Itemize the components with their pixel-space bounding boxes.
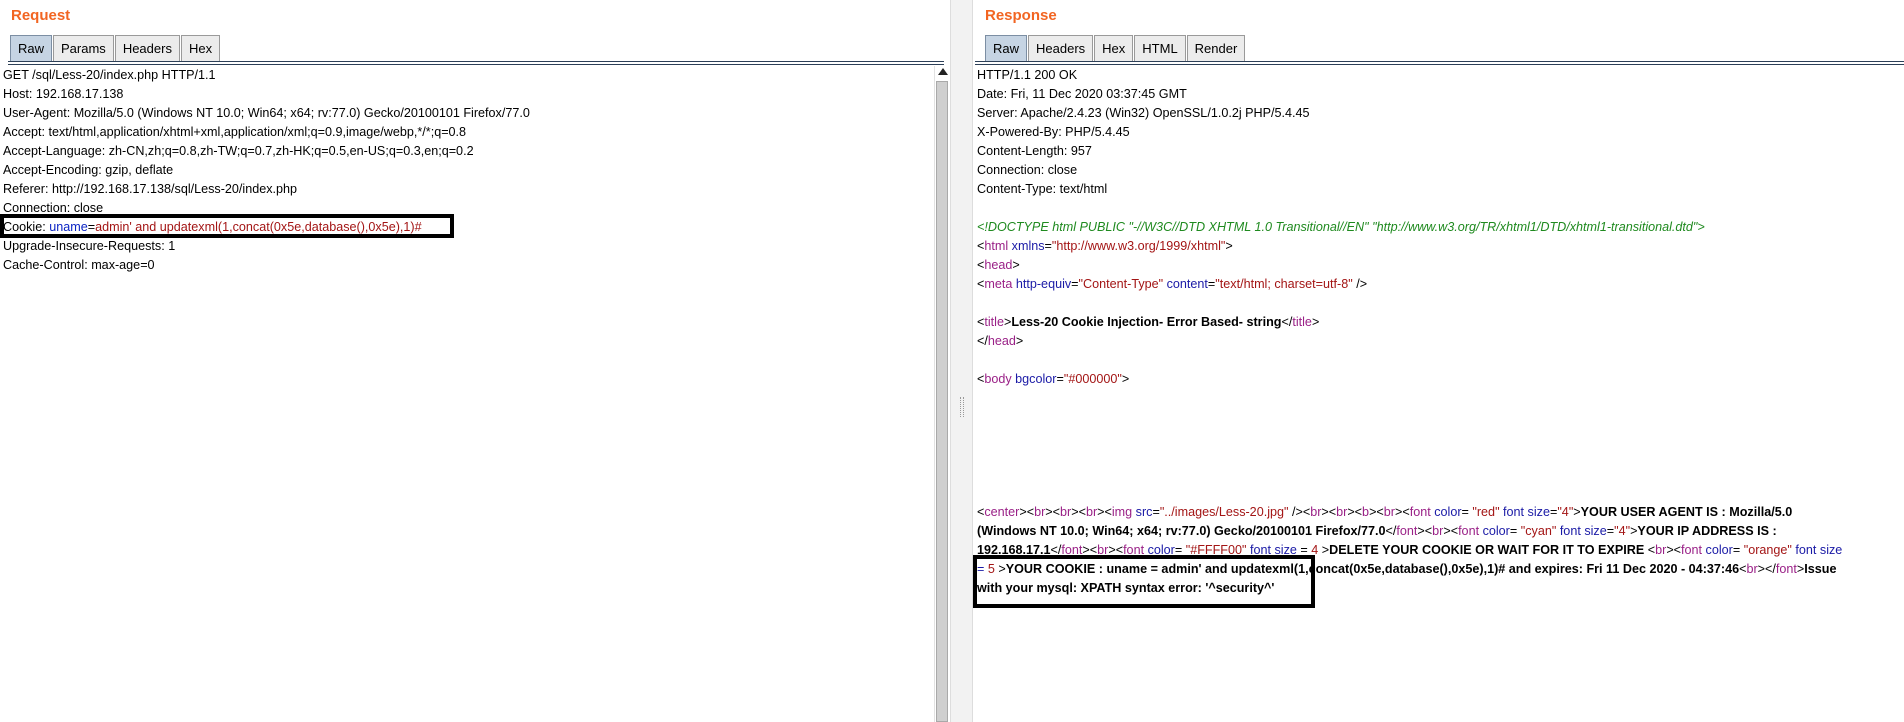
response-tabbar: Raw Headers Hex HTML Render xyxy=(985,35,1246,61)
request-tab-headers[interactable]: Headers xyxy=(114,35,180,61)
delete-text: DELETE YOUR COOKIE OR WAIT FOR IT TO EXP… xyxy=(1329,543,1648,557)
cookie-value: admin' and updatexml(1,concat(0x5e,datab… xyxy=(95,220,422,234)
html-open-line: <html xmlns="http://www.w3.org/1999/xhtm… xyxy=(977,239,1233,253)
font-color-red: red xyxy=(1476,505,1496,519)
request-tab-divider xyxy=(8,61,944,65)
request-tab-params[interactable]: Params xyxy=(53,35,114,61)
response-pane: Response Raw Headers Hex HTML Render HTT… xyxy=(973,0,1904,722)
font-size-4: 4 xyxy=(1561,505,1569,519)
center-line-1: <center><br><br><br><img src="../images/… xyxy=(977,505,1793,519)
request-editor[interactable]: GET /sql/Less-20/index.php HTTP/1.1 Host… xyxy=(0,66,950,722)
body-bgcolor-value: #000000 xyxy=(1068,372,1118,386)
center-line-5: with your mysql: XPATH syntax error: '^s… xyxy=(977,579,1274,598)
cookie-header-line: Cookie: uname=admin' and updatexml(1,con… xyxy=(3,218,422,237)
meta-content-value: text/html; charset=utf-8 xyxy=(1219,277,1349,291)
response-header-line: HTTP/1.1 200 OK xyxy=(977,68,1078,82)
request-line: GET /sql/Less-20/index.php HTTP/1.1 xyxy=(3,68,216,82)
center-line-3: 192.168.17.1</font><br><font color= "#FF… xyxy=(977,543,1843,557)
font-color-cyan: cyan xyxy=(1525,524,1552,538)
user-agent-text-b: (Windows NT 10.0; Win64; x64; rv:77.0) G… xyxy=(977,524,1386,538)
request-title: Request xyxy=(11,7,71,24)
meta-line: <meta http-equiv="Content-Type" content=… xyxy=(977,277,1368,291)
response-editor[interactable]: HTTP/1.1 200 OK Date: Fri, 11 Dec 2020 0… xyxy=(973,66,1904,722)
cookie-name: uname xyxy=(49,220,88,234)
request-line: Cache-Control: max-age=0 xyxy=(3,258,155,272)
center-line-4: = 5 >YOUR COOKIE : uname = admin' and up… xyxy=(977,562,1837,576)
response-tab-headers[interactable]: Headers xyxy=(1028,35,1094,61)
response-header-line: X-Powered-By: PHP/5.4.45 xyxy=(977,125,1130,139)
response-tab-raw[interactable]: Raw xyxy=(985,35,1028,61)
meta-http-equiv-value: Content-Type xyxy=(1083,277,1159,291)
user-agent-text-a: YOUR USER AGENT IS : Mozilla/5.0 xyxy=(1580,505,1793,519)
img-src-value: ../images/Less-20.jpg xyxy=(1164,505,1284,519)
response-header-line: Server: Apache/2.4.23 (Win32) OpenSSL/1.… xyxy=(977,106,1310,120)
splitter-grip-icon[interactable] xyxy=(960,397,964,417)
scroll-up-arrow-icon[interactable] xyxy=(938,68,948,75)
page-title-text: Less-20 Cookie Injection- Error Based- s… xyxy=(1011,315,1282,329)
request-line: Upgrade-Insecure-Requests: 1 xyxy=(3,239,176,253)
request-tab-hex[interactable]: Hex xyxy=(180,35,221,61)
cookie-prefix: Cookie: xyxy=(3,220,50,234)
ip-text-b: 192.168.17.1 xyxy=(977,543,1051,557)
font-color-yellow: #FFFF00 xyxy=(1190,543,1243,557)
request-line: User-Agent: Mozilla/5.0 (Windows NT 10.0… xyxy=(3,106,530,120)
request-tabbar: Raw Params Headers Hex xyxy=(10,35,221,61)
font-size-5: 5 xyxy=(987,562,995,576)
response-tab-html[interactable]: HTML xyxy=(1134,35,1186,61)
request-tab-raw[interactable]: Raw xyxy=(10,35,53,61)
request-scrollbar[interactable] xyxy=(934,66,950,722)
response-title: Response xyxy=(985,7,1057,24)
response-tab-hex[interactable]: Hex xyxy=(1094,35,1134,61)
request-line: Accept-Encoding: gzip, deflate xyxy=(3,163,174,177)
cookie-response-text: YOUR COOKIE : uname = admin' and updatex… xyxy=(1005,562,1740,576)
issue-text-a: Issue xyxy=(1804,562,1837,576)
request-line: Host: 192.168.17.138 xyxy=(3,87,124,101)
response-header-line: Date: Fri, 11 Dec 2020 03:37:45 GMT xyxy=(977,87,1187,101)
title-line: <title>Less-20 Cookie Injection- Error B… xyxy=(977,315,1320,329)
response-tab-render[interactable]: Render xyxy=(1186,35,1246,61)
request-line: Accept-Language: zh-CN,zh;q=0.8,zh-TW;q=… xyxy=(3,144,474,158)
request-line: Referer: http://192.168.17.138/sql/Less-… xyxy=(3,182,298,196)
response-header-line: Connection: close xyxy=(977,163,1078,177)
response-tab-divider xyxy=(975,61,1904,65)
center-line-2: (Windows NT 10.0; Win64; x64; rv:77.0) G… xyxy=(977,524,1777,538)
request-line: Accept: text/html,application/xhtml+xml,… xyxy=(3,125,467,139)
cookie-eq: = xyxy=(87,220,96,234)
xpath-error-text: with your mysql: XPATH syntax error: '^s… xyxy=(977,581,1275,595)
ip-text-a: YOUR IP ADDRESS IS : xyxy=(1637,524,1777,538)
request-pane: Request Raw Params Headers Hex GET /sql/… xyxy=(0,0,950,722)
head-open-line: <head> xyxy=(977,258,1020,272)
response-header-line: Content-Type: text/html xyxy=(977,182,1108,196)
doctype-line: <!DOCTYPE html PUBLIC "-//W3C//DTD XHTML… xyxy=(977,220,1705,234)
font-size-4: 4 xyxy=(1618,524,1626,538)
font-color-orange: orange xyxy=(1748,543,1788,557)
request-line: Connection: close xyxy=(3,201,104,215)
head-close-line: </head> xyxy=(977,334,1024,348)
font-size-4: 4 xyxy=(1311,543,1319,557)
pane-splitter[interactable] xyxy=(950,0,973,722)
body-open-line: <body bgcolor="#000000"> xyxy=(977,372,1130,386)
html-xmlns-value: http://www.w3.org/1999/xhtml xyxy=(1056,239,1221,253)
scroll-thumb[interactable] xyxy=(936,81,948,722)
response-header-line: Content-Length: 957 xyxy=(977,144,1092,158)
